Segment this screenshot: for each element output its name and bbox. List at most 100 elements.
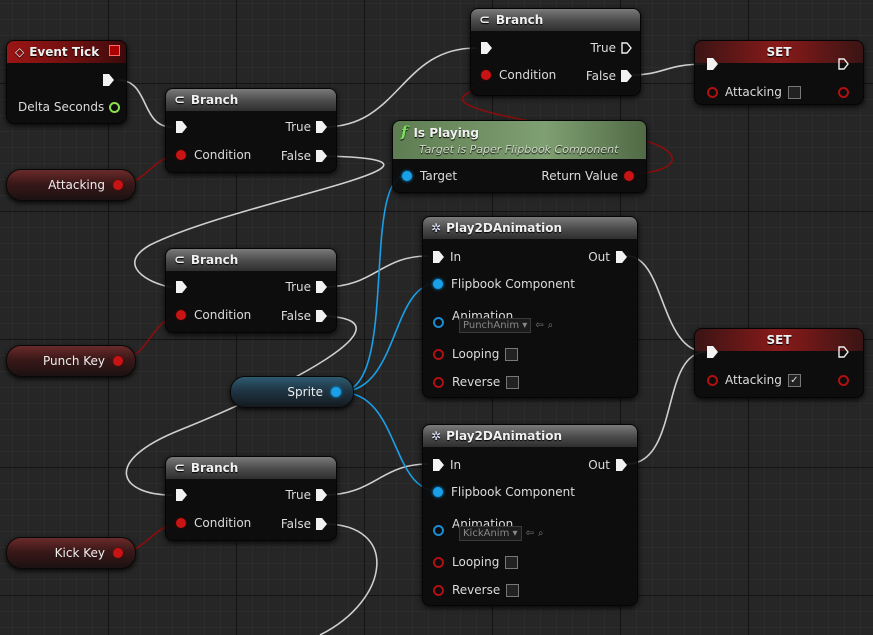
- branch-true-row[interactable]: True: [591, 41, 633, 55]
- reverse-row[interactable]: Reverse: [433, 375, 520, 389]
- is-playing-title: Is Playing: [413, 126, 479, 140]
- set-attacking-node-2[interactable]: SET Attacking ✓: [694, 328, 864, 398]
- looping-row[interactable]: Looping: [433, 347, 519, 361]
- exec-in-pin-icon: [707, 58, 718, 70]
- looping-pin[interactable]: [433, 348, 444, 360]
- animation-picker[interactable]: KickAnim ▾ ⇦ ⌕: [459, 526, 544, 541]
- attacking-checkbox[interactable]: [787, 85, 801, 99]
- kick-key-variable-node[interactable]: Kick Key: [6, 537, 136, 569]
- branch-node-1[interactable]: ⊂ Branch True Condition False: [165, 88, 337, 173]
- punch-key-var-pin[interactable]: [113, 356, 123, 366]
- target-label: Target: [420, 169, 458, 183]
- attacking-variable-node[interactable]: Attacking: [6, 169, 136, 201]
- attacking-label: Attacking: [725, 373, 782, 387]
- target-pin[interactable]: [402, 171, 412, 181]
- flipbook-row[interactable]: Flipbook Component: [433, 277, 575, 291]
- looping-pin[interactable]: [433, 556, 444, 568]
- condition-pin[interactable]: [176, 518, 186, 528]
- set-attacking-row[interactable]: Attacking ✓: [707, 373, 801, 387]
- animation-pin[interactable]: [433, 317, 444, 328]
- branch-false-row[interactable]: False: [586, 69, 632, 83]
- browse-icon[interactable]: ⌕: [548, 320, 554, 331]
- set-output-pin[interactable]: [838, 87, 849, 98]
- kick-key-var-pin[interactable]: [113, 548, 123, 558]
- branch-header: ⊂ Branch: [471, 9, 640, 31]
- set-exec-in[interactable]: [707, 346, 718, 358]
- play2d-header: ✲ Play2DAnimation: [423, 217, 637, 239]
- branch-exec-in[interactable]: [176, 281, 187, 293]
- reverse-pin[interactable]: [433, 376, 444, 388]
- branch-node-top[interactable]: ⊂ Branch True Condition False: [470, 8, 641, 96]
- animation-combo[interactable]: KickAnim ▾: [459, 526, 522, 541]
- branch-node-3[interactable]: ⊂ Branch True Condition False: [165, 456, 337, 541]
- set-attacking-node-1[interactable]: SET Attacking: [694, 40, 864, 105]
- play2d-animation-node-punch[interactable]: ✲ Play2DAnimation In Out Flipbook Compone…: [422, 216, 638, 398]
- attacking-pin[interactable]: [707, 374, 718, 386]
- is-playing-node[interactable]: f Is Playing Target is Paper Flipbook Com…: [392, 120, 647, 193]
- attacking-checkbox-checked[interactable]: ✓: [787, 373, 801, 387]
- output-pin[interactable]: [838, 87, 849, 98]
- attacking-var-pin[interactable]: [113, 180, 123, 190]
- branch-condition-row[interactable]: Condition: [176, 148, 251, 162]
- branch-exec-in[interactable]: [176, 489, 187, 501]
- delta-seconds-pin[interactable]: [109, 101, 121, 113]
- sprite-variable-node[interactable]: Sprite: [230, 376, 354, 408]
- condition-pin[interactable]: [176, 150, 186, 160]
- branch-exec-in[interactable]: [176, 121, 187, 133]
- return-value-row[interactable]: Return Value: [541, 169, 634, 183]
- output-pin[interactable]: [838, 375, 849, 386]
- play2d-in-row[interactable]: In: [433, 250, 461, 264]
- return-value-pin[interactable]: [624, 171, 634, 181]
- exec-out-pin-icon: [316, 121, 327, 133]
- set-attacking-row[interactable]: Attacking: [707, 85, 801, 99]
- is-playing-header: f Is Playing Target is Paper Flipbook Com…: [393, 121, 646, 159]
- flipbook-pin[interactable]: [433, 487, 443, 497]
- branch-node-2[interactable]: ⊂ Branch True Condition False: [165, 248, 337, 333]
- attacking-pin[interactable]: [707, 86, 718, 98]
- animation-pin[interactable]: [433, 525, 444, 536]
- animation-combo[interactable]: PunchAnim ▾: [459, 318, 532, 333]
- play2d-out-row[interactable]: Out: [588, 250, 627, 264]
- play2d-in-row[interactable]: In: [433, 458, 461, 472]
- play2d-out-row[interactable]: Out: [588, 458, 627, 472]
- branch-condition-row[interactable]: Condition: [176, 516, 251, 530]
- play2d-animation-node-kick[interactable]: ✲ Play2DAnimation In Out Flipbook Compone…: [422, 424, 638, 606]
- looping-checkbox[interactable]: [505, 347, 519, 361]
- event-tick-exec-out[interactable]: [103, 74, 114, 86]
- branch-condition-row[interactable]: Condition: [176, 308, 251, 322]
- looping-row[interactable]: Looping: [433, 555, 519, 569]
- branch-false-row[interactable]: False: [281, 309, 327, 323]
- branch-false-row[interactable]: False: [281, 149, 327, 163]
- flipbook-row[interactable]: Flipbook Component: [433, 485, 575, 499]
- branch-true-row[interactable]: True: [286, 488, 327, 502]
- set-exec-in[interactable]: [707, 58, 718, 70]
- event-tick-node[interactable]: ◇ Event Tick Delta Seconds: [6, 40, 127, 124]
- reverse-row[interactable]: Reverse: [433, 583, 520, 597]
- sprite-var-pin[interactable]: [331, 387, 341, 397]
- flipbook-pin[interactable]: [433, 279, 443, 289]
- target-row[interactable]: Target: [402, 169, 457, 183]
- reverse-pin[interactable]: [433, 584, 444, 596]
- branch-true-row[interactable]: True: [286, 280, 327, 294]
- branch-exec-in[interactable]: [481, 42, 492, 54]
- condition-pin[interactable]: [481, 70, 491, 80]
- reverse-checkbox[interactable]: [506, 583, 520, 597]
- event-tick-header: ◇ Event Tick: [7, 41, 126, 63]
- set-exec-out[interactable]: [838, 346, 849, 358]
- animation-picker[interactable]: PunchAnim ▾ ⇦ ⌕: [459, 318, 553, 333]
- looping-checkbox[interactable]: [505, 555, 519, 569]
- branch-false-row[interactable]: False: [281, 517, 327, 531]
- use-selected-icon[interactable]: ⇦: [535, 320, 543, 331]
- exec-out-hollow-icon: [838, 58, 849, 70]
- browse-icon[interactable]: ⌕: [538, 528, 544, 539]
- set-output-pin[interactable]: [838, 375, 849, 386]
- exec-in-pin-icon: [176, 281, 187, 293]
- exec-in-pin-icon: [481, 42, 492, 54]
- reverse-checkbox[interactable]: [506, 375, 520, 389]
- set-exec-out[interactable]: [838, 58, 849, 70]
- punch-key-variable-node[interactable]: Punch Key: [6, 345, 136, 377]
- condition-pin[interactable]: [176, 310, 186, 320]
- use-selected-icon[interactable]: ⇦: [526, 528, 534, 539]
- branch-condition-row[interactable]: Condition: [481, 68, 556, 82]
- branch-true-row[interactable]: True: [286, 120, 327, 134]
